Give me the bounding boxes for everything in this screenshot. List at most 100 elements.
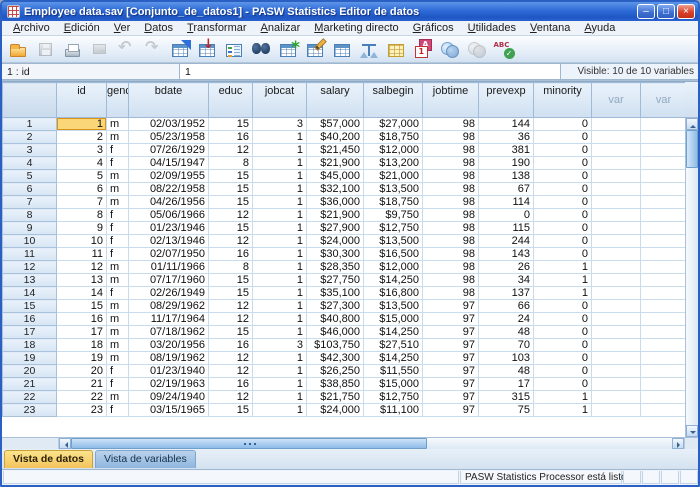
cell-minority-row2[interactable]: 0 (534, 131, 592, 144)
cell-var1-row14[interactable] (592, 287, 641, 300)
cell-gender-row4[interactable]: f (107, 157, 129, 170)
cell-salbegin-row12[interactable]: $12,000 (364, 261, 423, 274)
cell-var1-row16[interactable] (592, 313, 641, 326)
cell-jobtime-row15[interactable]: 97 (423, 300, 479, 313)
cell-educ-row4[interactable]: 8 (209, 157, 253, 170)
cell-prevexp-row9[interactable]: 115 (479, 222, 534, 235)
menu-datos[interactable]: Datos (137, 21, 180, 35)
cell-var2-row1[interactable] (641, 118, 686, 131)
cell-jobtime-row14[interactable]: 98 (423, 287, 479, 300)
cell-jobtime-row5[interactable]: 98 (423, 170, 479, 183)
goto-variable-button[interactable] (194, 37, 220, 61)
cell-var1-row3[interactable] (592, 144, 641, 157)
row-header-23[interactable]: 23 (3, 404, 57, 417)
menu-transformar[interactable]: Transformar (180, 21, 254, 35)
cell-gender-row11[interactable]: f (107, 248, 129, 261)
cell-jobcat-row7[interactable]: 1 (253, 196, 307, 209)
cell-var2-row11[interactable] (641, 248, 686, 261)
column-header-var1[interactable]: var (592, 83, 641, 118)
cell-prevexp-row4[interactable]: 190 (479, 157, 534, 170)
cell-var2-row6[interactable] (641, 183, 686, 196)
cell-prevexp-row10[interactable]: 244 (479, 235, 534, 248)
cell-prevexp-row15[interactable]: 66 (479, 300, 534, 313)
cell-jobcat-row19[interactable]: 1 (253, 352, 307, 365)
menu-graficos[interactable]: Gráficos (406, 21, 461, 35)
cell-id-row10[interactable]: 10 (57, 235, 107, 248)
cell-salbegin-row2[interactable]: $18,750 (364, 131, 423, 144)
cell-prevexp-row14[interactable]: 137 (479, 287, 534, 300)
cell-var1-row19[interactable] (592, 352, 641, 365)
row-header-6[interactable]: 6 (3, 183, 57, 196)
cell-id-row19[interactable]: 19 (57, 352, 107, 365)
cell-bdate-row14[interactable]: 02/26/1949 (129, 287, 209, 300)
grid-corner-cell[interactable] (3, 83, 57, 118)
cell-id-row13[interactable]: 13 (57, 274, 107, 287)
vertical-scroll-track[interactable] (686, 168, 698, 425)
cell-var2-row12[interactable] (641, 261, 686, 274)
cell-jobtime-row19[interactable]: 97 (423, 352, 479, 365)
row-header-16[interactable]: 16 (3, 313, 57, 326)
cell-jobtime-row4[interactable]: 98 (423, 157, 479, 170)
cell-id-row9[interactable]: 9 (57, 222, 107, 235)
cell-minority-row16[interactable]: 0 (534, 313, 592, 326)
row-header-19[interactable]: 19 (3, 352, 57, 365)
cell-gender-row12[interactable]: m (107, 261, 129, 274)
row-header-10[interactable]: 10 (3, 235, 57, 248)
cell-var1-row21[interactable] (592, 378, 641, 391)
cell-jobcat-row16[interactable]: 1 (253, 313, 307, 326)
cell-educ-row8[interactable]: 12 (209, 209, 253, 222)
cell-prevexp-row12[interactable]: 26 (479, 261, 534, 274)
cell-var2-row4[interactable] (641, 157, 686, 170)
cell-gender-row8[interactable]: f (107, 209, 129, 222)
cell-minority-row20[interactable]: 0 (534, 365, 592, 378)
cell-salbegin-row23[interactable]: $11,100 (364, 404, 423, 417)
cell-educ-row14[interactable]: 15 (209, 287, 253, 300)
cell-gender-row23[interactable]: f (107, 404, 129, 417)
cell-gender-row18[interactable]: m (107, 339, 129, 352)
cell-educ-row16[interactable]: 12 (209, 313, 253, 326)
cell-jobtime-row1[interactable]: 98 (423, 118, 479, 131)
cell-jobcat-row8[interactable]: 1 (253, 209, 307, 222)
cell-salary-row17[interactable]: $46,000 (307, 326, 364, 339)
column-header-jobcat[interactable]: jobcat (253, 83, 307, 118)
cell-jobcat-row3[interactable]: 1 (253, 144, 307, 157)
cell-prevexp-row18[interactable]: 70 (479, 339, 534, 352)
cell-salary-row22[interactable]: $21,750 (307, 391, 364, 404)
row-header-12[interactable]: 12 (3, 261, 57, 274)
column-header-minority[interactable]: minority (534, 83, 592, 118)
cell-prevexp-row2[interactable]: 36 (479, 131, 534, 144)
cell-jobtime-row6[interactable]: 98 (423, 183, 479, 196)
cell-educ-row6[interactable]: 15 (209, 183, 253, 196)
cell-salbegin-row15[interactable]: $13,500 (364, 300, 423, 313)
cell-salary-row6[interactable]: $32,100 (307, 183, 364, 196)
cell-jobcat-row15[interactable]: 1 (253, 300, 307, 313)
cell-salbegin-row10[interactable]: $13,500 (364, 235, 423, 248)
cell-salary-row16[interactable]: $40,800 (307, 313, 364, 326)
cell-educ-row18[interactable]: 16 (209, 339, 253, 352)
cell-jobtime-row8[interactable]: 98 (423, 209, 479, 222)
cell-gender-row22[interactable]: m (107, 391, 129, 404)
column-header-bdate[interactable]: bdate (129, 83, 209, 118)
vertical-scrollbar[interactable] (685, 118, 698, 437)
cell-salbegin-row13[interactable]: $14,250 (364, 274, 423, 287)
cell-jobtime-row22[interactable]: 97 (423, 391, 479, 404)
cell-minority-row4[interactable]: 0 (534, 157, 592, 170)
cell-educ-row13[interactable]: 15 (209, 274, 253, 287)
cell-id-row17[interactable]: 17 (57, 326, 107, 339)
cell-var1-row11[interactable] (592, 248, 641, 261)
cell-bdate-row19[interactable]: 08/19/1962 (129, 352, 209, 365)
row-header-5[interactable]: 5 (3, 170, 57, 183)
cell-jobcat-row22[interactable]: 1 (253, 391, 307, 404)
cell-bdate-row16[interactable]: 11/17/1964 (129, 313, 209, 326)
tab-vista-de-datos[interactable]: Vista de datos (4, 450, 93, 468)
cell-salbegin-row8[interactable]: $9,750 (364, 209, 423, 222)
cell-gender-row7[interactable]: m (107, 196, 129, 209)
column-header-salbegin[interactable]: salbegin (364, 83, 423, 118)
menu-marketing-directo[interactable]: Marketing directo (307, 21, 405, 35)
row-header-21[interactable]: 21 (3, 378, 57, 391)
cell-gender-row14[interactable]: f (107, 287, 129, 300)
cell-id-row12[interactable]: 12 (57, 261, 107, 274)
cell-salbegin-row21[interactable]: $15,000 (364, 378, 423, 391)
cell-prevexp-row3[interactable]: 381 (479, 144, 534, 157)
cell-id-row1[interactable]: 1 (57, 118, 107, 131)
